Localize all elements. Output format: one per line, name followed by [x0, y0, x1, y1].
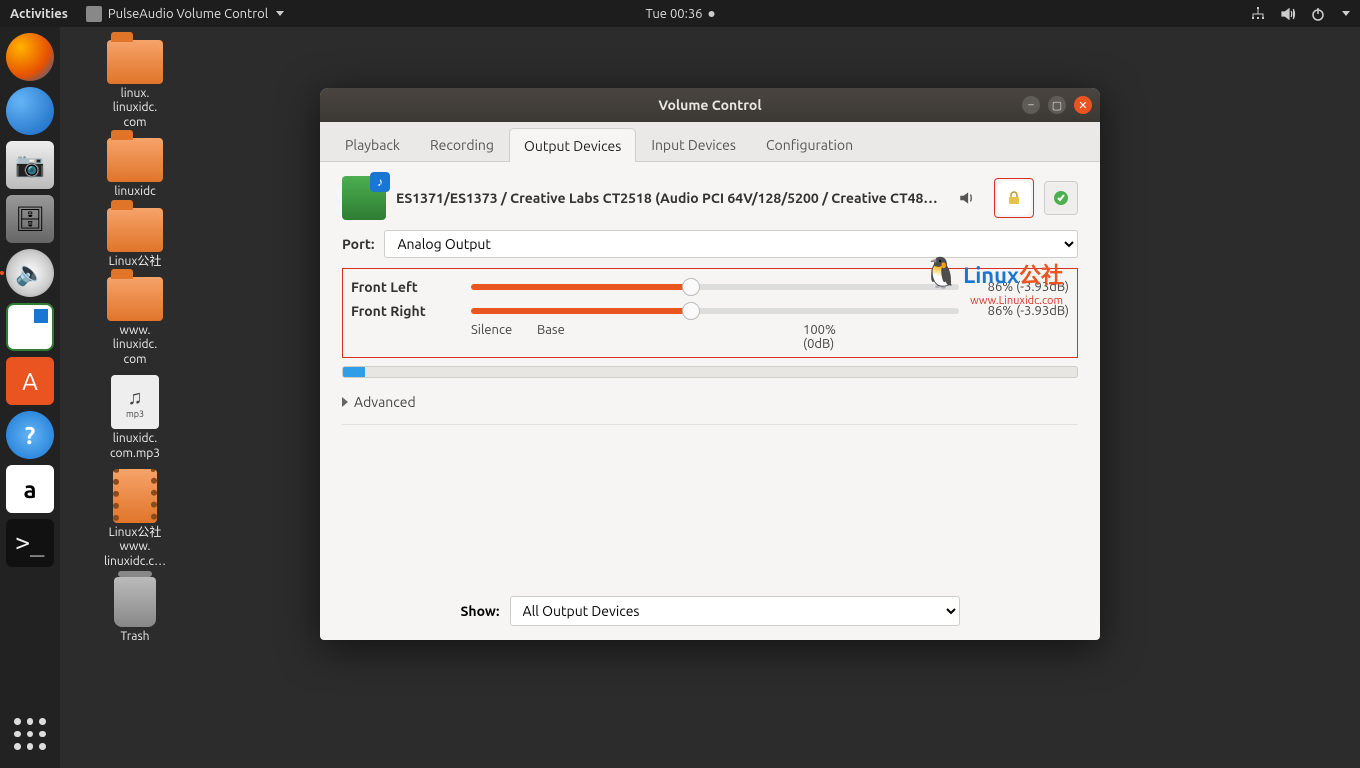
activities-button[interactable]: Activities: [10, 7, 68, 21]
tick-silence: Silence: [471, 323, 537, 351]
tab-output-devices[interactable]: Output Devices: [509, 128, 636, 162]
volume-icon[interactable]: [1280, 6, 1296, 22]
lock-channels-button[interactable]: [997, 181, 1031, 215]
folder-icon: [107, 277, 163, 321]
tab-content: ES1371/ES1373 / Creative Labs CT2518 (Au…: [320, 162, 1100, 582]
channel-sliders-highlight: Front Left 86% (-3.93dB) Front Right 86%…: [342, 268, 1078, 358]
folder-icon: [107, 138, 163, 182]
desktop-video-file[interactable]: Linux公社 www. linuxidc.c…: [80, 469, 190, 569]
dock-files[interactable]: 🗄: [6, 195, 54, 243]
top-panel: Activities PulseAudio Volume Control Tue…: [0, 0, 1360, 27]
tick-base: Base: [537, 323, 603, 351]
video-file-icon: [113, 469, 157, 523]
volume-slider-front-left[interactable]: [471, 284, 959, 290]
notification-dot-icon: [708, 11, 714, 17]
audio-file-icon: ♫mp3: [111, 375, 159, 429]
dock-amazon[interactable]: a: [6, 465, 54, 513]
desktop-folder[interactable]: www. linuxidc. com: [80, 277, 190, 367]
folder-icon: [107, 40, 163, 84]
dock-ubuntu-software[interactable]: A: [6, 357, 54, 405]
desktop-folder[interactable]: linux. linuxidc. com: [80, 40, 190, 130]
dock-camera[interactable]: 📷: [6, 141, 54, 189]
dock-rhythmbox[interactable]: 🔈: [6, 249, 54, 297]
dock-terminal[interactable]: >_: [6, 519, 54, 567]
app-menu[interactable]: PulseAudio Volume Control: [86, 6, 284, 22]
device-name: ES1371/ES1373 / Creative Labs CT2518 (Au…: [396, 190, 940, 206]
channel-readout: 86% (-3.93dB): [959, 304, 1069, 318]
channel-label: Front Right: [351, 303, 471, 319]
window-maximize-button[interactable]: ▢: [1048, 96, 1066, 114]
tab-input-devices[interactable]: Input Devices: [636, 127, 751, 161]
set-default-button[interactable]: [1044, 181, 1078, 215]
tab-configuration[interactable]: Configuration: [751, 127, 868, 161]
lock-channels-highlight: [994, 178, 1034, 218]
chevron-down-icon[interactable]: [1342, 11, 1350, 16]
dock-thunderbird[interactable]: [6, 87, 54, 135]
slider-thumb[interactable]: [682, 302, 700, 320]
chevron-down-icon: [276, 11, 284, 16]
slider-thumb[interactable]: [682, 278, 700, 296]
device-header: ES1371/ES1373 / Creative Labs CT2518 (Au…: [342, 176, 1078, 220]
clock[interactable]: Tue 00:36: [646, 7, 715, 21]
show-label: Show:: [460, 603, 499, 619]
trash-icon: [114, 577, 156, 627]
expander-triangle-icon: [342, 397, 348, 407]
tab-bar: Playback Recording Output Devices Input …: [320, 122, 1100, 162]
power-icon[interactable]: [1310, 6, 1326, 22]
desktop-trash[interactable]: Trash: [80, 577, 190, 644]
channel-readout: 86% (-3.93dB): [959, 280, 1069, 294]
port-select[interactable]: Analog Output: [384, 230, 1078, 258]
channel-label: Front Left: [351, 279, 471, 295]
channel-row-front-right: Front Right 86% (-3.93dB): [351, 299, 1069, 323]
mute-button[interactable]: [950, 181, 984, 215]
desktop-folder[interactable]: Linux公社: [80, 208, 190, 269]
dock-firefox[interactable]: [6, 33, 54, 81]
desktop-icons: linux. linuxidc. com linuxidc Linux公社 ww…: [80, 40, 190, 644]
folder-icon: [107, 208, 163, 252]
port-label: Port:: [342, 236, 374, 252]
tab-recording[interactable]: Recording: [415, 127, 509, 161]
window-titlebar[interactable]: Volume Control – ▢ ✕: [320, 88, 1100, 122]
app-menu-label: PulseAudio Volume Control: [108, 7, 268, 21]
slider-ticks: Silence Base 100% (0dB): [471, 323, 1069, 351]
sound-card-icon: [342, 176, 386, 220]
vu-meter: [342, 366, 1078, 378]
dock: 📷 🗄 🔈 A ? a >_: [0, 27, 60, 768]
clock-label: Tue 00:36: [646, 7, 703, 21]
window-close-button[interactable]: ✕: [1074, 96, 1092, 114]
tab-playback[interactable]: Playback: [330, 127, 415, 161]
window-title: Volume Control: [658, 97, 761, 113]
app-menu-icon: [86, 6, 102, 22]
advanced-expander[interactable]: Advanced: [342, 390, 1078, 425]
volume-control-window: Volume Control – ▢ ✕ Playback Recording …: [320, 88, 1100, 640]
show-applications-button[interactable]: [6, 710, 54, 758]
dock-help[interactable]: ?: [6, 411, 54, 459]
network-icon[interactable]: [1250, 6, 1266, 22]
dock-libreoffice-writer[interactable]: [6, 303, 54, 351]
volume-slider-front-right[interactable]: [471, 308, 959, 314]
tick-100: 100% (0dB): [803, 323, 869, 351]
show-select[interactable]: All Output Devices: [510, 596, 960, 626]
desktop-mp3-file[interactable]: ♫mp3linuxidc. com.mp3: [80, 375, 190, 461]
desktop-folder[interactable]: linuxidc: [80, 138, 190, 199]
bottom-bar: Show: All Output Devices: [320, 582, 1100, 640]
window-minimize-button[interactable]: –: [1022, 96, 1040, 114]
port-row: Port: Analog Output: [342, 230, 1078, 258]
channel-row-front-left: Front Left 86% (-3.93dB): [351, 275, 1069, 299]
advanced-label: Advanced: [354, 394, 416, 410]
